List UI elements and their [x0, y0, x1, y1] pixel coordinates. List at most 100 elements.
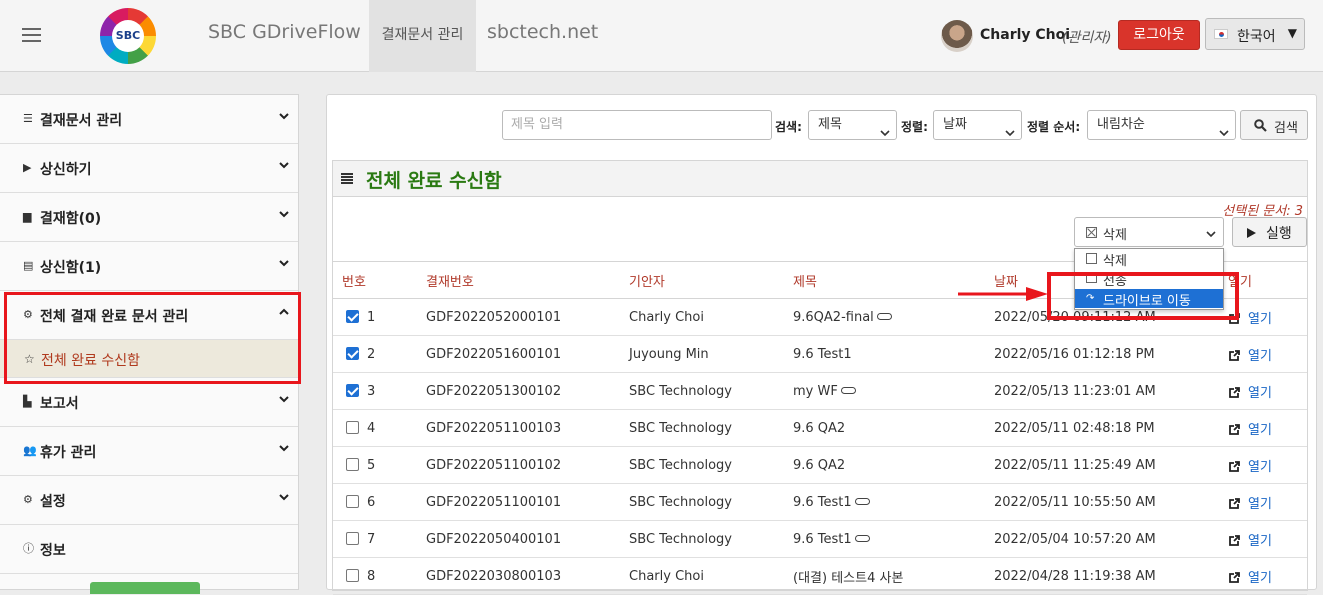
sidebar-item-label: 전체 결재 완료 문서 관리	[40, 309, 189, 325]
doc-title: 9.6 Test1	[793, 346, 852, 362]
row-checkbox[interactable]	[346, 309, 359, 323]
open-link[interactable]: 열기	[1248, 534, 1272, 549]
x-box-icon	[1086, 227, 1097, 238]
sort-field-value: 날짜	[943, 117, 967, 132]
user-avatar[interactable]	[941, 20, 973, 52]
language-select[interactable]: 한국어 ▼	[1205, 18, 1305, 50]
table-row[interactable]: 3 GDF2022051300102 SBC Technology my WF …	[333, 372, 1307, 410]
sidebar-item-approval-docs[interactable]: ☰ 결재문서 관리	[0, 95, 298, 144]
cell-open: 열기	[1228, 298, 1307, 336]
search-field-select[interactable]: 제목	[808, 110, 897, 140]
table-row[interactable]: 5 GDF2022051100102 SBC Technology 9.6 QA…	[333, 446, 1307, 484]
cell-author: SBC Technology	[629, 483, 793, 521]
sidebar-subitem-completed-inbox[interactable]: ☆ 전체 완료 수신함	[0, 340, 298, 378]
dropdown-option-delete[interactable]: 삭제	[1075, 249, 1223, 269]
sidebar-item-vacation[interactable]: 👥 휴가 관리	[0, 427, 298, 476]
bulk-action-select[interactable]: 삭제	[1074, 217, 1224, 247]
table-row[interactable]: 2 GDF2022051600101 Juyoung Min 9.6 Test1…	[333, 335, 1307, 373]
cell-doc-id: GDF2022051600101	[426, 335, 629, 373]
open-link[interactable]: 열기	[1248, 497, 1272, 512]
sidebar-item-label: 보고서	[40, 396, 79, 412]
row-checkbox[interactable]	[346, 420, 359, 434]
sidebar-item-settings[interactable]: ⚙ 설정	[0, 476, 298, 525]
cell-no: 3	[333, 372, 426, 410]
sidebar-green-button[interactable]	[90, 582, 200, 594]
sidebar-item-submit[interactable]: ▶ 상신하기	[0, 144, 298, 193]
option-label: 삭제	[1103, 254, 1127, 269]
open-link[interactable]: 열기	[1248, 571, 1272, 586]
open-link[interactable]: 열기	[1248, 312, 1272, 327]
row-checkbox[interactable]	[346, 383, 359, 397]
table-row[interactable]: 6 GDF2022051100101 SBC Technology 9.6 Te…	[333, 483, 1307, 521]
run-button[interactable]: 실행	[1232, 217, 1307, 247]
cell-date: 2022/05/13 11:23:01 AM	[994, 372, 1228, 410]
row-no: 3	[367, 383, 376, 399]
brand-link[interactable]: SBC GDriveFlow	[208, 21, 361, 43]
col-header-author[interactable]: 기안자	[629, 261, 793, 299]
row-checkbox[interactable]	[346, 568, 359, 582]
cell-author: Charly Choi	[629, 557, 793, 595]
col-header-no[interactable]: 번호	[333, 261, 426, 299]
chevron-down-icon	[279, 443, 289, 453]
chevron-down-icon	[279, 209, 289, 219]
sidebar-item-reports[interactable]: ▙ 보고서	[0, 378, 298, 427]
nav-site-link[interactable]: sbctech.net	[487, 21, 598, 43]
cell-no: 7	[333, 520, 426, 558]
dropdown-option-move-to-drive[interactable]: ↷ 드라이브로 이동	[1075, 289, 1223, 309]
row-checkbox[interactable]	[346, 346, 359, 360]
top-navbar: SBC SBC GDriveFlow 결재문서 관리 sbctech.net C…	[0, 0, 1323, 72]
row-checkbox[interactable]	[346, 531, 359, 545]
paperclip-icon	[854, 534, 870, 542]
sort-order-select[interactable]: 내림차순	[1087, 110, 1236, 140]
cell-no: 8	[333, 557, 426, 595]
nav-tab-approval-docs[interactable]: 결재문서 관리	[369, 0, 476, 72]
open-link[interactable]: 열기	[1248, 460, 1272, 475]
open-link[interactable]: 열기	[1248, 349, 1272, 364]
dropdown-option-send[interactable]: 전송	[1075, 269, 1223, 289]
row-checkbox[interactable]	[346, 494, 359, 508]
search-field-value: 제목	[818, 117, 842, 132]
cell-no: 5	[333, 446, 426, 484]
external-link-icon	[1229, 423, 1240, 435]
sidebar: ☰ 결재문서 관리 ▶ 상신하기 ▆ 결재함(0) ▤ 상신함(1) ⚙ 전체 …	[0, 94, 299, 594]
clipboard-icon: ▤	[23, 259, 34, 272]
completed-inbox-panel: 전체 완료 수신함 선택된 문서: 3 삭제 실행 삭제 전송 ↷ 드라이브로 …	[332, 160, 1308, 595]
cell-doc-id: GDF2022051300102	[426, 372, 629, 410]
sidebar-item-info[interactable]: ⓘ 정보	[0, 525, 298, 574]
cell-date: 2022/05/16 01:12:18 PM	[994, 335, 1228, 373]
table-row[interactable]: 4 GDF2022051100103 SBC Technology 9.6 QA…	[333, 409, 1307, 447]
row-no: 4	[367, 420, 376, 436]
info-icon: ⓘ	[23, 542, 34, 555]
sidebar-item-inbox[interactable]: ▆ 결재함(0)	[0, 193, 298, 242]
external-link-icon	[1229, 571, 1240, 583]
gear-icon: ⚙	[23, 308, 33, 321]
bulk-action-value: 삭제	[1103, 228, 1127, 243]
row-no: 5	[367, 457, 376, 473]
row-no: 1	[367, 309, 376, 325]
sidebar-item-completed-docs[interactable]: ⚙ 전체 결재 완료 문서 관리	[0, 291, 298, 340]
table-row[interactable]: 7 GDF2022050400101 SBC Technology 9.6 Te…	[333, 520, 1307, 558]
paperclip-icon	[840, 386, 856, 394]
doc-title: (대결) 테스트4 사본	[793, 570, 904, 586]
cell-author: Juyoung Min	[629, 335, 793, 373]
table-row[interactable]: 8 GDF2022030800103 Charly Choi (대결) 테스트4…	[333, 557, 1307, 595]
title-search-input[interactable]: 제목 입력	[502, 110, 772, 140]
sidebar-item-outbox[interactable]: ▤ 상신함(1)	[0, 242, 298, 291]
open-link[interactable]: 열기	[1248, 386, 1272, 401]
col-header-doc-id[interactable]: 결재번호	[426, 261, 629, 299]
cell-author: SBC Technology	[629, 520, 793, 558]
search-button[interactable]: 검색	[1240, 110, 1308, 140]
hamburger-menu-icon[interactable]	[22, 28, 41, 43]
cell-title: (대결) 테스트4 사본	[793, 557, 994, 595]
sidebar-item-label: 결재문서 관리	[40, 113, 123, 129]
sort-field-select[interactable]: 날짜	[933, 110, 1022, 140]
logout-button[interactable]: 로그아웃	[1118, 20, 1200, 50]
row-checkbox[interactable]	[346, 457, 359, 471]
cell-open: 열기	[1228, 483, 1307, 521]
sbc-logo[interactable]: SBC	[100, 8, 156, 64]
open-link[interactable]: 열기	[1248, 423, 1272, 438]
option-label: 드라이브로 이동	[1103, 294, 1191, 309]
col-header-title[interactable]: 제목	[793, 261, 994, 299]
cell-date: 2022/05/11 11:25:49 AM	[994, 446, 1228, 484]
chevron-down-icon	[279, 160, 289, 170]
